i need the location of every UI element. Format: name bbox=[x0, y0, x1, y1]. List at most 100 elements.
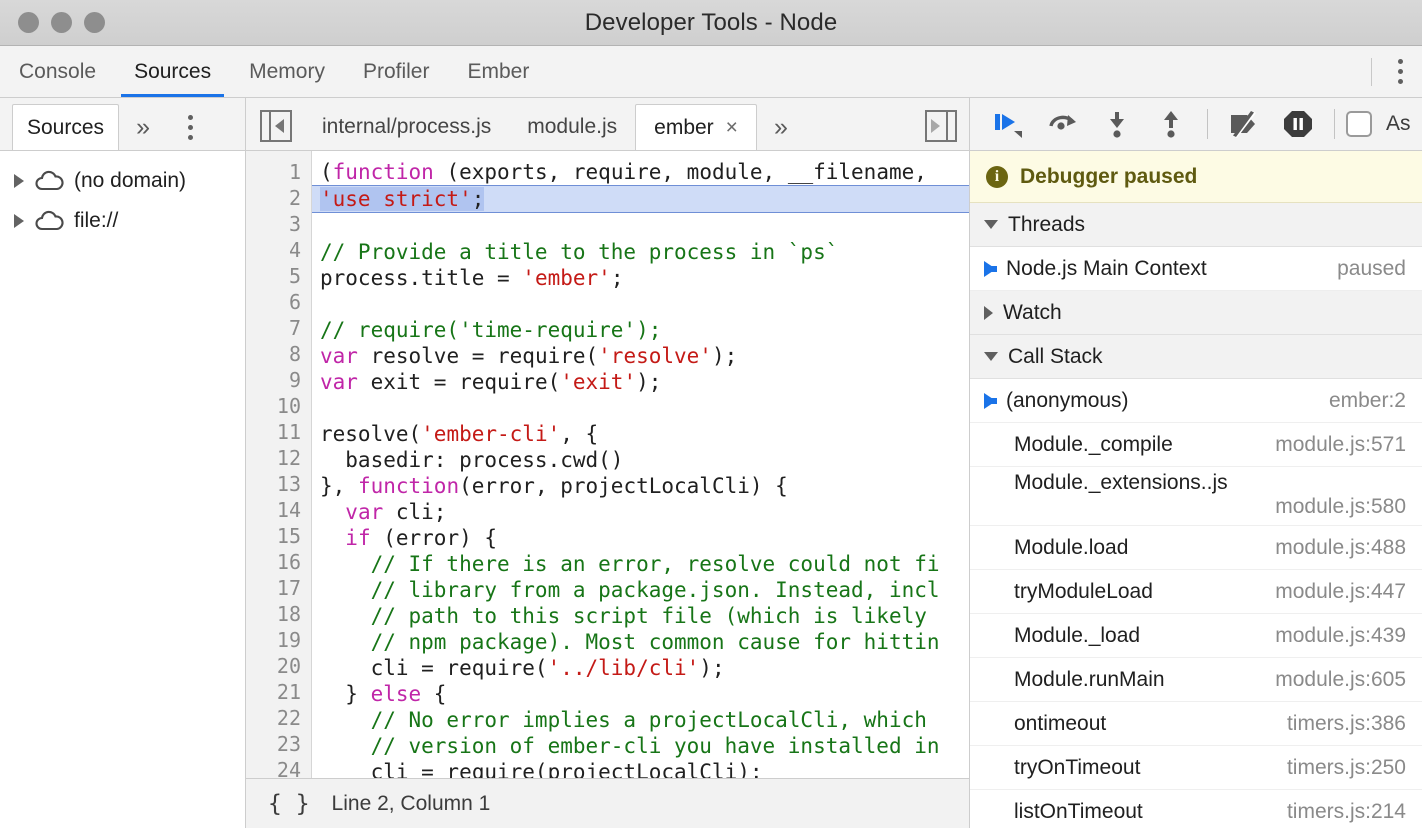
show-debugger-icon[interactable] bbox=[925, 110, 957, 142]
code-line[interactable]: // If there is an error, resolve could n… bbox=[320, 551, 969, 577]
code-token: ); bbox=[711, 344, 738, 368]
call-stack-frame-location: timers.js:250 bbox=[1286, 755, 1406, 779]
step-over-button[interactable] bbox=[1038, 101, 1088, 147]
navigator-panel: Sources » (no domain) file:// bbox=[0, 98, 246, 828]
chevron-right-icon[interactable] bbox=[14, 214, 24, 228]
editor-tab-module[interactable]: module.js bbox=[509, 104, 635, 150]
tree-item-no-domain[interactable]: (no domain) bbox=[0, 161, 245, 201]
code-token: ( bbox=[320, 160, 333, 184]
call-stack-frame-location: module.js:605 bbox=[1275, 667, 1406, 691]
code-token: resolve = require( bbox=[357, 344, 599, 368]
section-header-call-stack[interactable]: Call Stack bbox=[970, 335, 1422, 379]
code-line[interactable]: // Provide a title to the process in `ps… bbox=[320, 239, 969, 265]
code-line[interactable]: var exit = require('exit'); bbox=[320, 369, 969, 395]
call-stack-frame[interactable]: tryModuleLoad module.js:447 bbox=[970, 570, 1422, 614]
navigator-more-tabs-icon[interactable]: » bbox=[119, 104, 167, 150]
tab-sources[interactable]: Sources bbox=[115, 46, 230, 97]
call-stack-frame[interactable]: Module.runMain module.js:605 bbox=[970, 658, 1422, 702]
code-line[interactable]: }, function(error, projectLocalCli) { bbox=[320, 473, 969, 499]
tree-item-file[interactable]: file:// bbox=[0, 201, 245, 241]
code-token: 'exit' bbox=[560, 370, 637, 394]
call-stack-frame[interactable]: tryOnTimeout timers.js:250 bbox=[970, 746, 1422, 790]
tab-memory[interactable]: Memory bbox=[230, 46, 344, 97]
code-line[interactable]: // library from a package.json. Instead,… bbox=[320, 577, 969, 603]
navigator-kebab-menu-icon[interactable] bbox=[167, 104, 213, 150]
selected-frame-arrow-icon bbox=[984, 260, 997, 277]
debugger-sections[interactable]: Threads Node.js Main Context paused Watch… bbox=[970, 203, 1422, 828]
code-line[interactable]: // require('time-require'); bbox=[320, 317, 969, 343]
code-line[interactable]: // path to this script file (which is li… bbox=[320, 603, 969, 629]
line-number: 3 bbox=[288, 212, 301, 236]
debugger-toolbar: As bbox=[970, 98, 1422, 151]
code-token: if bbox=[345, 526, 371, 550]
code-line[interactable]: resolve('ember-cli', { bbox=[320, 421, 969, 447]
code-line[interactable]: var cli; bbox=[320, 499, 969, 525]
code-token: (error, projectLocalCli) { bbox=[459, 474, 788, 498]
chevron-right-icon[interactable] bbox=[14, 174, 24, 188]
code-token: 'ember' bbox=[522, 266, 611, 290]
pretty-print-icon[interactable]: { } bbox=[268, 791, 310, 817]
code-token: else bbox=[370, 682, 422, 706]
code-line[interactable] bbox=[320, 213, 969, 239]
code-line[interactable]: basedir: process.cwd() bbox=[320, 447, 969, 473]
code-line[interactable] bbox=[320, 291, 969, 317]
tab-ember[interactable]: Ember bbox=[448, 46, 548, 97]
editor-tab-internal-process[interactable]: internal/process.js bbox=[304, 104, 509, 150]
minimize-button[interactable] bbox=[51, 12, 72, 33]
tab-console[interactable]: Console bbox=[0, 46, 115, 97]
pause-on-exceptions-icon bbox=[1284, 111, 1312, 137]
code-line[interactable]: } else { bbox=[320, 681, 969, 707]
call-stack-frame[interactable]: ontimeout timers.js:386 bbox=[970, 702, 1422, 746]
navigator-tab-sources[interactable]: Sources bbox=[12, 104, 120, 150]
code-line[interactable]: var resolve = require('resolve'); bbox=[320, 343, 969, 369]
call-stack-frame[interactable]: Module._compile module.js:571 bbox=[970, 423, 1422, 467]
line-number: 11 bbox=[276, 420, 301, 444]
call-stack-frame-name: tryModuleLoad bbox=[1014, 579, 1153, 603]
close-button[interactable] bbox=[18, 12, 39, 33]
code-line[interactable]: // version of ember-cli you have install… bbox=[320, 733, 969, 759]
resume-button[interactable] bbox=[984, 101, 1034, 147]
step-into-button[interactable] bbox=[1092, 101, 1142, 147]
code-content[interactable]: (function (exports, require, module, __f… bbox=[312, 151, 969, 778]
line-number: 20 bbox=[276, 654, 301, 678]
code-line[interactable]: // No error implies a projectLocalCli, w… bbox=[320, 707, 969, 733]
async-checkbox[interactable] bbox=[1346, 111, 1372, 137]
call-stack-frame[interactable]: Module._load module.js:439 bbox=[970, 614, 1422, 658]
debugger-paused-banner: i Debugger paused bbox=[970, 151, 1422, 203]
editor-more-tabs-icon[interactable]: » bbox=[757, 104, 805, 150]
editor-tab-ember[interactable]: ember × bbox=[635, 104, 757, 150]
show-navigator-icon[interactable] bbox=[260, 110, 292, 142]
step-out-button[interactable] bbox=[1146, 101, 1196, 147]
kebab-menu-icon[interactable] bbox=[1378, 46, 1422, 98]
thread-row[interactable]: Node.js Main Context paused bbox=[970, 247, 1422, 291]
code-line[interactable]: (function (exports, require, module, __f… bbox=[320, 159, 969, 185]
code-line[interactable]: if (error) { bbox=[320, 525, 969, 551]
code-token: var bbox=[320, 344, 358, 368]
call-stack-frame[interactable]: (anonymous) ember:2 bbox=[970, 379, 1422, 423]
code-line-executing[interactable]: 'use strict'; bbox=[312, 185, 969, 213]
pause-on-exceptions-button[interactable] bbox=[1273, 101, 1323, 147]
code-line[interactable]: // npm package). Most common cause for h… bbox=[320, 629, 969, 655]
window-title: Developer Tools - Node bbox=[584, 8, 838, 36]
call-stack-frame-location: timers.js:386 bbox=[1286, 711, 1406, 735]
tab-profiler[interactable]: Profiler bbox=[344, 46, 449, 97]
code-editor[interactable]: 1 2 3 4 5 6 7 8 9 10 11 12 13 14 15 16 17 18 19 20 21 22 23 24 … bbox=[246, 151, 969, 778]
call-stack-frame[interactable]: Module.load module.js:488 bbox=[970, 526, 1422, 570]
call-stack-frame[interactable]: listOnTimeout timers.js:214 bbox=[970, 790, 1422, 828]
tab-profiler-label: Profiler bbox=[362, 59, 430, 83]
deactivate-breakpoints-button[interactable] bbox=[1219, 101, 1269, 147]
code-token: var bbox=[320, 370, 358, 394]
call-stack-frame[interactable]: Module._extensions..js module.js:580 bbox=[970, 467, 1422, 526]
code-line[interactable] bbox=[320, 395, 969, 421]
line-number: 10 bbox=[276, 394, 301, 418]
section-header-threads[interactable]: Threads bbox=[970, 203, 1422, 247]
code-line[interactable]: process.title = 'ember'; bbox=[320, 265, 969, 291]
code-line[interactable]: cli = require('../lib/cli'); bbox=[320, 655, 969, 681]
code-line[interactable]: cli = require(projectLocalCli); bbox=[320, 759, 969, 778]
zoom-button[interactable] bbox=[84, 12, 105, 33]
line-number: 9 bbox=[288, 368, 301, 392]
code-token: // npm package). Most common cause for h… bbox=[320, 630, 940, 654]
close-icon[interactable]: × bbox=[726, 116, 738, 140]
code-token: exit = require( bbox=[357, 370, 561, 394]
section-header-watch[interactable]: Watch bbox=[970, 291, 1422, 335]
